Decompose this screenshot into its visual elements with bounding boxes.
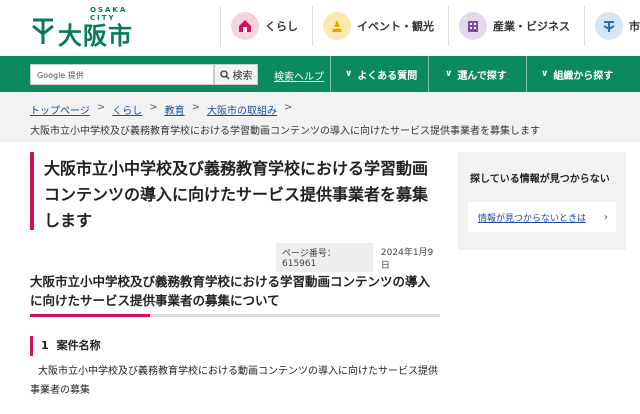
logo-text: 大阪市 <box>58 22 133 50</box>
section-number: 1 <box>41 339 49 352</box>
gnav-organization[interactable]: ∨ 組織から探す <box>526 56 640 92</box>
subheading-underline <box>30 314 440 317</box>
city-emblem-icon <box>32 18 54 44</box>
osaka-city-logo[interactable]: OSAKA CITY 大阪市 <box>30 6 150 50</box>
search-button[interactable]: 検索 <box>214 64 258 85</box>
not-found-help-link[interactable]: 情報が見つからないときは › <box>468 202 616 232</box>
gnav-label: よくある質問 <box>357 70 418 82</box>
section-heading: 1 案件名称 <box>30 336 440 356</box>
help-sidebar: 探している情報が見つからない 情報が見つからないときは › <box>458 152 626 250</box>
search-button-label: 検索 <box>232 71 253 82</box>
breadcrumb-current: 大阪市立小中学校及び義務教育学校における学習動画コンテンツの導入に向けたサービス… <box>30 126 540 137</box>
topnav-label: くらし <box>265 20 298 33</box>
chevron-right-icon: › <box>604 211 608 223</box>
gnav-choose[interactable]: ∨ 選んで探す <box>428 56 526 92</box>
sidebar-link-label: 情報が見つからないときは <box>478 213 587 224</box>
breadcrumb: トップページ > くらし > 教育 > 大阪市の取組み > <box>30 102 299 117</box>
search-input[interactable]: Google 提供 <box>30 64 214 85</box>
section-title: 案件名称 <box>56 339 101 352</box>
publish-date: 2024年1月9日 <box>380 247 434 271</box>
gnav-label: 組織から探す <box>553 70 614 82</box>
page-meta: ページ番号：615961 2024年1月9日 <box>276 243 440 272</box>
gnav-faq[interactable]: ∨ よくある質問 <box>330 56 428 92</box>
top-navigation: くらし イベント・観光 産業・ビジネス 市政 <box>220 6 640 46</box>
breadcrumb-bar: トップページ > くらし > 教育 > 大阪市の取組み > 大阪市立小中学校及び… <box>0 92 640 142</box>
search-help-link[interactable]: 検索ヘルプ <box>274 68 324 83</box>
breadcrumb-separator: > <box>283 102 293 113</box>
topnav-business[interactable]: 産業・ビジネス <box>448 6 584 46</box>
chevron-down-icon: ∨ <box>541 69 549 79</box>
event-icon <box>323 12 351 40</box>
breadcrumb-kurashi[interactable]: くらし <box>112 102 142 117</box>
topnav-label: 市政 <box>629 20 640 33</box>
chevron-down-icon: ∨ <box>445 69 453 79</box>
page-number: ページ番号：615961 <box>276 243 373 272</box>
global-nav: ∨ よくある質問 ∨ 選んで探す ∨ 組織から探す <box>330 56 640 92</box>
gnav-label: 選んで探す <box>457 70 507 82</box>
breadcrumb-education[interactable]: 教育 <box>165 102 185 117</box>
breadcrumb-initiatives[interactable]: 大阪市の取組み <box>207 102 277 117</box>
topnav-shisei[interactable]: 市政 <box>584 6 640 46</box>
city-icon <box>595 12 623 40</box>
breadcrumb-separator: > <box>149 102 158 113</box>
topnav-event[interactable]: イベント・観光 <box>312 6 448 46</box>
breadcrumb-top[interactable]: トップページ <box>30 102 90 117</box>
business-icon <box>459 12 487 40</box>
global-nav-bar: Google 提供 検索 検索ヘルプ ∨ よくある質問 ∨ 選んで探す ∨ 組織… <box>0 56 640 92</box>
section-body: 大阪市立小中学校及び義務教育学校における動画コンテンツの導入に向けたサービス提供… <box>30 366 438 396</box>
topnav-kurashi[interactable]: くらし <box>220 6 312 46</box>
search-icon <box>219 69 229 79</box>
breadcrumb-separator: > <box>96 102 106 113</box>
breadcrumb-separator: > <box>191 102 200 113</box>
site-header: OSAKA CITY 大阪市 くらし イベント・観光 産業・ビジネス 市 <box>0 0 640 56</box>
topnav-label: 産業・ビジネス <box>493 20 570 33</box>
page-title: 大阪市立小中学校及び義務教育学校における学習動画コンテンツの導入に向けたサービス… <box>30 152 440 230</box>
topnav-label: イベント・観光 <box>357 20 434 33</box>
home-icon <box>231 12 259 40</box>
chevron-down-icon: ∨ <box>345 69 353 79</box>
subheading: 大阪市立小中学校及び義務教育学校における学習動画コンテンツの導入に向けたサービス… <box>30 274 431 308</box>
sidebar-title: 探している情報が見つからない <box>470 174 610 185</box>
